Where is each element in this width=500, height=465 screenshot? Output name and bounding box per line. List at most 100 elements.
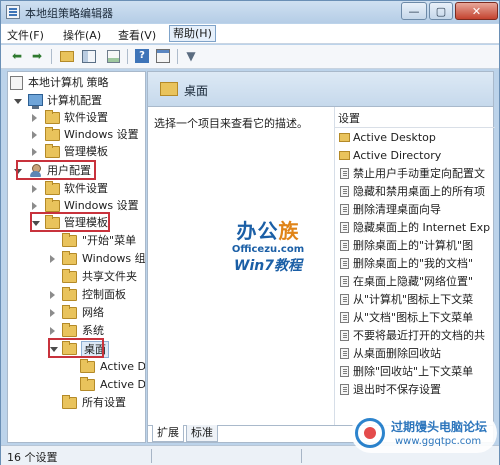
- folder-icon: [339, 133, 350, 142]
- folder-icon: [62, 323, 77, 337]
- tab-standard[interactable]: 标准: [186, 425, 218, 442]
- menu-file[interactable]: 文件(F): [7, 27, 44, 43]
- policy-setting-icon: [340, 204, 349, 215]
- toolbar-separator: [177, 49, 178, 64]
- maximize-button[interactable]: ▢: [429, 2, 453, 20]
- details-pane: 选择一个项目来查看它的描述。 办公族 Officezu.com Win7教程 设…: [147, 107, 495, 425]
- highlight-box-desktop: [48, 338, 104, 358]
- policy-setting-icon: [340, 330, 349, 341]
- folder-icon: [62, 287, 77, 301]
- folder-icon: [80, 359, 95, 373]
- menu-view[interactable]: 查看(V): [118, 27, 156, 43]
- policy-setting-icon: [340, 240, 349, 251]
- list-item[interactable]: Active Directory: [335, 147, 495, 165]
- expand-closed-icon[interactable]: [32, 185, 37, 193]
- folder-icon: [45, 181, 60, 195]
- expand-closed-icon[interactable]: [32, 148, 37, 156]
- show-hide-tree-icon[interactable]: [81, 48, 97, 64]
- column-header-settings[interactable]: 设置: [335, 110, 495, 128]
- policy-setting-icon: [340, 348, 349, 359]
- policy-setting-icon: [340, 258, 349, 269]
- close-button[interactable]: ✕: [455, 2, 498, 20]
- list-item[interactable]: 从桌面删除回收站: [335, 345, 495, 363]
- watermark-logo-text: 办公族: [236, 219, 300, 243]
- watermark-subtitle: Win7教程: [234, 258, 302, 274]
- tab-extended[interactable]: 扩展: [152, 425, 184, 442]
- status-separator: [301, 449, 302, 463]
- expand-closed-icon[interactable]: [32, 131, 37, 139]
- forum-url: www.ggqtpc.com: [395, 436, 482, 447]
- list-item[interactable]: 从"文档"图标上下文菜单: [335, 309, 495, 327]
- folder-icon: [160, 82, 178, 96]
- expand-closed-icon[interactable]: [50, 255, 55, 263]
- folder-icon: [45, 127, 60, 141]
- expand-closed-icon[interactable]: [32, 202, 37, 210]
- policy-setting-icon: [340, 384, 349, 395]
- expand-closed-icon[interactable]: [50, 291, 55, 299]
- status-count: 16 个设置: [7, 451, 58, 464]
- highlight-box-admin-templates: [30, 212, 110, 232]
- folder-icon: [62, 305, 77, 319]
- filter-icon[interactable]: ▼: [183, 48, 199, 64]
- policy-setting-icon: [340, 186, 349, 197]
- folder-icon: [62, 395, 77, 409]
- forum-watermark-badge: 过期馒头电脑论坛 www.ggqtpc.com: [351, 413, 497, 453]
- toolbar-separator: [51, 49, 52, 64]
- settings-list: 设置 Active Desktop Active Directory 禁止用户手…: [334, 107, 495, 425]
- toolbar-separator: [127, 49, 128, 64]
- list-item[interactable]: 禁止用户手动重定向配置文: [335, 165, 495, 183]
- forward-arrow-icon[interactable]: ➡: [29, 48, 45, 64]
- console-tree: 本地计算机 策略 计算机配置 软件设置 Windows 设置 管理模板 用户配置: [7, 71, 146, 443]
- list-item[interactable]: 退出时不保存设置: [335, 381, 495, 399]
- folder-icon: [45, 110, 60, 124]
- folder-icon: [45, 144, 60, 158]
- list-item[interactable]: 在桌面上隐藏"网络位置": [335, 273, 495, 291]
- expand-open-icon[interactable]: [14, 99, 22, 104]
- policy-icon: [10, 76, 23, 90]
- folder-icon: [80, 377, 95, 391]
- policy-setting-icon: [340, 222, 349, 233]
- list-item[interactable]: 不要将最近打开的文档的共: [335, 327, 495, 345]
- menu-help[interactable]: 帮助(H): [169, 25, 216, 42]
- menu-bar: 文件(F) 操作(A) 查看(V) 帮助(H): [1, 24, 499, 44]
- list-item[interactable]: 删除"回收站"上下文菜单: [335, 363, 495, 381]
- expand-closed-icon[interactable]: [50, 327, 55, 335]
- minimize-button[interactable]: —: [401, 2, 427, 20]
- forum-logo-icon: [355, 418, 385, 448]
- list-item[interactable]: Active Desktop: [335, 129, 495, 147]
- details-title: 桌面: [184, 84, 209, 98]
- list-item[interactable]: 删除桌面上的"计算机"图: [335, 237, 495, 255]
- policy-setting-icon: [340, 294, 349, 305]
- policy-setting-icon: [340, 366, 349, 377]
- list-item[interactable]: 删除清理桌面向导: [335, 201, 495, 219]
- policy-setting-icon: [340, 168, 349, 179]
- folder-icon: [45, 198, 60, 212]
- export-list-icon[interactable]: [105, 48, 121, 64]
- up-folder-icon[interactable]: [59, 48, 75, 64]
- folder-icon: [339, 151, 350, 160]
- list-item[interactable]: 从"计算机"图标上下文菜: [335, 291, 495, 309]
- properties-icon[interactable]: [155, 48, 171, 64]
- policy-setting-icon: [340, 312, 349, 323]
- computer-icon: [28, 94, 43, 109]
- description-text: 选择一个项目来查看它的描述。: [154, 117, 308, 130]
- watermark-logo: 办公族 Officezu.com Win7教程: [208, 215, 328, 275]
- list-item[interactable]: 隐藏和禁用桌面上的所有项: [335, 183, 495, 201]
- watermark-url: Officezu.com: [231, 244, 305, 255]
- list-item[interactable]: 隐藏桌面上的 Internet Exp: [335, 219, 495, 237]
- policy-setting-icon: [340, 276, 349, 287]
- highlight-box-user-config: [16, 160, 96, 180]
- gpedit-app-icon: [6, 5, 20, 19]
- help-icon[interactable]: ?: [134, 48, 150, 64]
- list-item[interactable]: 删除桌面上的"我的文档": [335, 255, 495, 273]
- forum-name: 过期馒头电脑论坛: [391, 420, 488, 434]
- folder-icon: [62, 251, 77, 265]
- gpedit-window: 本地组策略编辑器 — ▢ ✕ 文件(F) 操作(A) 查看(V) 帮助(H) ⬅…: [0, 0, 500, 465]
- menu-action[interactable]: 操作(A): [63, 27, 101, 43]
- folder-icon: [62, 233, 77, 247]
- back-arrow-icon[interactable]: ⬅: [9, 48, 25, 64]
- title-bar[interactable]: 本地组策略编辑器 — ▢ ✕: [1, 1, 499, 23]
- expand-closed-icon[interactable]: [32, 114, 37, 122]
- status-separator: [151, 449, 152, 463]
- expand-closed-icon[interactable]: [50, 309, 55, 317]
